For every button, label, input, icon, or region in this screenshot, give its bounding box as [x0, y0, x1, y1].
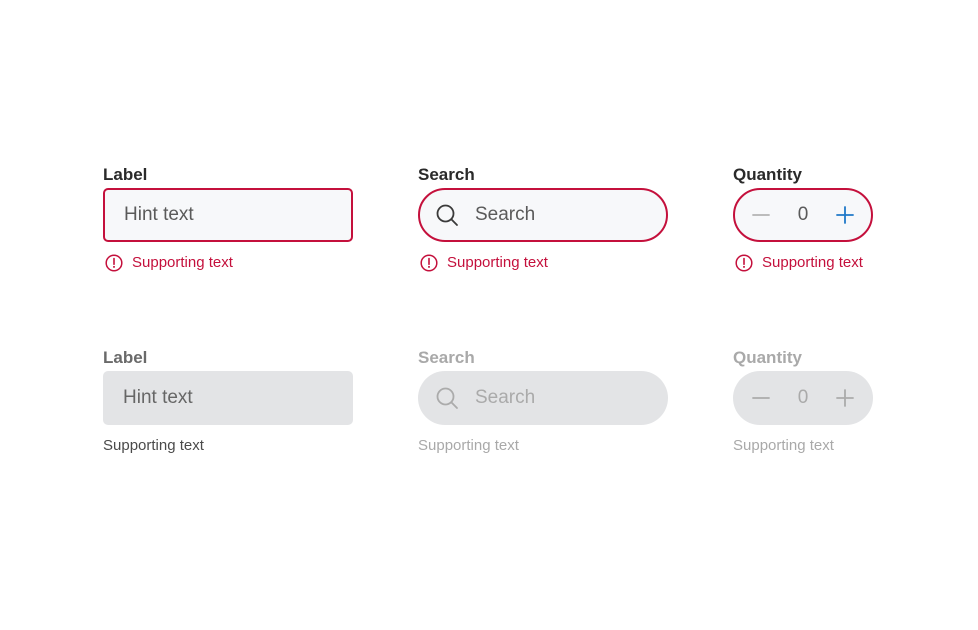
alert-circle-icon	[735, 254, 753, 272]
search-input[interactable]: Search	[418, 188, 668, 242]
alert-circle-icon	[105, 254, 123, 272]
quantity-value: 0	[797, 387, 809, 408]
supporting-text-label: Supporting text	[103, 437, 204, 454]
search-placeholder: Search	[475, 204, 536, 225]
supporting-text-label: Supporting text	[762, 254, 863, 271]
supporting-text-error: Supporting text	[733, 253, 863, 273]
text-field-label: Label	[103, 348, 148, 367]
supporting-text: Supporting text	[733, 436, 834, 456]
search-icon	[434, 385, 460, 411]
quantity-stepper-disabled: 0	[733, 371, 873, 425]
supporting-text-label: Supporting text	[733, 437, 834, 454]
supporting-text-error: Supporting text	[418, 253, 548, 273]
alert-circle-icon	[420, 254, 438, 272]
search-icon	[434, 202, 460, 228]
plus-icon	[833, 386, 857, 410]
search-placeholder: Search	[475, 387, 536, 408]
quantity-value[interactable]: 0	[788, 204, 818, 226]
minus-icon	[749, 386, 773, 410]
quantity-field-label: Quantity	[733, 348, 802, 367]
supporting-text: Supporting text	[418, 436, 519, 456]
text-field-label: Label	[103, 165, 148, 184]
supporting-text-error: Supporting text	[103, 253, 233, 273]
text-input-disabled: Hint text	[103, 371, 353, 425]
supporting-text-label: Supporting text	[132, 254, 233, 271]
quantity-stepper[interactable]: 0	[733, 188, 873, 242]
hint-text: Hint text	[124, 204, 194, 225]
hint-text: Hint text	[123, 387, 193, 408]
quantity-field-label: Quantity	[733, 165, 802, 184]
search-field-label: Search	[418, 348, 475, 367]
search-input-disabled: Search	[418, 371, 668, 425]
minus-icon[interactable]	[749, 203, 773, 227]
plus-icon[interactable]	[833, 203, 857, 227]
text-input[interactable]: Hint text	[103, 188, 353, 242]
supporting-text: Supporting text	[103, 436, 204, 456]
search-field-label: Search	[418, 165, 475, 184]
supporting-text-label: Supporting text	[418, 437, 519, 454]
supporting-text-label: Supporting text	[447, 254, 548, 271]
